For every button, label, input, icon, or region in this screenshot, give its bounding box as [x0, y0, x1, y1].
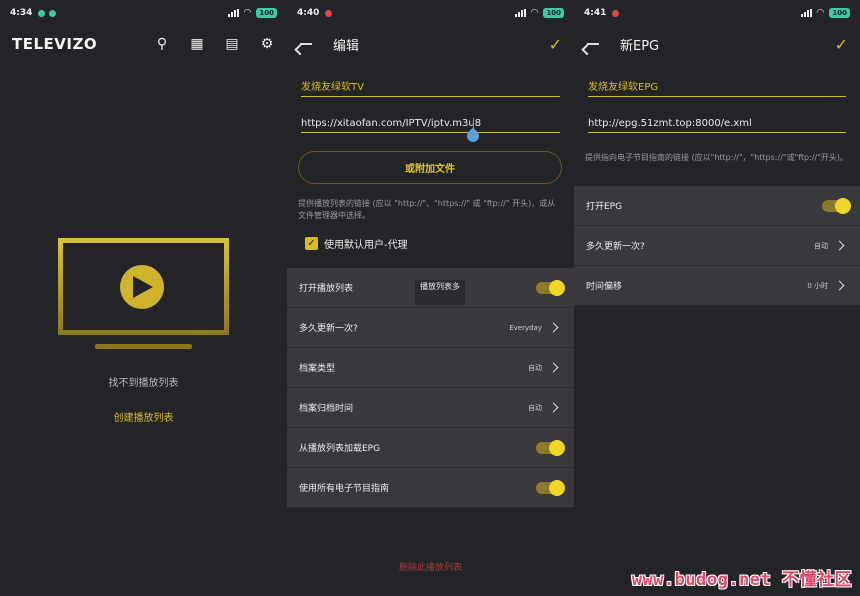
- epg-url-input[interactable]: http://epg.51zmt.top:8000/e.xml: [588, 118, 846, 133]
- wifi-icon: ◠: [530, 8, 539, 18]
- status-time: 4:41: [584, 8, 607, 18]
- edit-playlist-screen: 4:40 ◠ 100 编辑 ✓ 发烧友绿软TV https://xitaofan…: [287, 0, 574, 596]
- open-playlist-toggle[interactable]: [536, 279, 565, 296]
- settings-row-update-frequency[interactable]: 多久更新一次? 自动: [574, 226, 860, 266]
- settings-row-file-type[interactable]: 档案类型 自动: [287, 348, 574, 388]
- status-bar: 4:40 ◠ 100: [287, 0, 574, 26]
- new-epg-screen: 4:41 ◠ 100 新EPG ✓ 发烧友绿软EPG http://epg.51…: [574, 0, 860, 596]
- notification-icon: [38, 9, 46, 17]
- chevron-right-icon: [548, 321, 562, 335]
- row-label: 使用所有电子节目指南: [299, 484, 390, 494]
- use-all-epg-toggle[interactable]: [536, 479, 565, 496]
- row-label: 档案归档时间: [299, 404, 354, 414]
- page-title: 新EPG: [620, 38, 660, 54]
- open-epg-toggle[interactable]: [822, 197, 851, 214]
- attach-file-button[interactable]: 或附加文件: [298, 151, 562, 184]
- create-playlist-link[interactable]: 创建播放列表: [0, 409, 287, 424]
- edit-toolbar: 编辑 ✓: [287, 26, 574, 62]
- status-time: 4:34: [10, 8, 33, 18]
- empty-state-text: 找不到播放列表: [108, 378, 179, 389]
- page-title: 编辑: [333, 38, 360, 54]
- row-value: 自动: [528, 403, 542, 412]
- epg-toolbar: 新EPG ✓: [574, 26, 860, 62]
- row-label: 档案类型: [299, 364, 336, 374]
- row-value: Everyday: [509, 323, 542, 332]
- row-label: 多久更新一次?: [586, 242, 645, 252]
- status-bar: 4:41 ◠ 100: [574, 0, 860, 26]
- tooltip: 播放列表多: [415, 280, 465, 305]
- chevron-right-icon: [834, 279, 848, 293]
- gear-icon[interactable]: ⚙: [259, 36, 275, 52]
- confirm-check-icon[interactable]: ✓: [835, 35, 848, 54]
- play-logo-icon: [120, 265, 164, 309]
- battery-icon: 100: [829, 8, 850, 18]
- delete-playlist-link[interactable]: 删除此播放列表: [287, 560, 574, 573]
- playlist-home-screen: 4:34 ◠ 100 TELEVIZO ⚲ ▦ ▤ ⚙ 找不到播放列表 创建播放…: [0, 0, 287, 596]
- chevron-right-icon: [834, 239, 848, 253]
- signal-icon: [800, 9, 812, 17]
- signal-icon: [227, 9, 239, 17]
- wifi-icon: ◠: [243, 8, 252, 18]
- notification-icon: [325, 9, 333, 17]
- settings-row-open-epg[interactable]: 打开EPG: [574, 186, 860, 226]
- search-icon[interactable]: ⚲: [154, 36, 170, 52]
- settings-row-open-playlist[interactable]: 打开播放列表 播放列表多: [287, 268, 574, 308]
- battery-icon: 100: [543, 8, 564, 18]
- playlist-name-input[interactable]: 发烧友绿软TV: [301, 78, 560, 97]
- shield-icon: [49, 9, 57, 17]
- settings-row-archive-time[interactable]: 档案归档时间 自动: [287, 388, 574, 428]
- site-watermark: www.budog.net 不懂社区: [631, 570, 852, 590]
- playlist-settings-list: 打开播放列表 播放列表多 多久更新一次? Everyday 档案类型 自动 档案…: [287, 268, 574, 508]
- load-epg-toggle[interactable]: [536, 439, 565, 456]
- app-toolbar: TELEVIZO ⚲ ▦ ▤ ⚙: [0, 26, 287, 62]
- default-user-agent-checkbox[interactable]: ✓ 使用默认用户-代理: [305, 236, 408, 251]
- row-value: 自动: [528, 363, 542, 372]
- settings-row-load-epg[interactable]: 从播放列表加载EPG: [287, 428, 574, 468]
- row-value: 自动: [814, 241, 828, 250]
- settings-row-use-all-epg[interactable]: 使用所有电子节目指南: [287, 468, 574, 508]
- settings-row-update-frequency[interactable]: 多久更新一次? Everyday: [287, 308, 574, 348]
- epg-settings-list: 打开EPG 多久更新一次? 自动 时间偏移 0 小时: [574, 186, 860, 306]
- row-label: 打开播放列表: [299, 284, 354, 294]
- row-value: 0 小时: [807, 281, 828, 290]
- televizo-logo: TELEVIZO: [12, 35, 98, 53]
- signal-icon: [514, 9, 526, 17]
- checkbox-label: 使用默认用户-代理: [324, 240, 408, 251]
- checkbox-checked-icon[interactable]: ✓: [305, 237, 318, 250]
- epg-name-input[interactable]: 发烧友绿软EPG: [588, 78, 846, 97]
- settings-row-time-offset[interactable]: 时间偏移 0 小时: [574, 266, 860, 306]
- battery-icon: 100: [256, 8, 277, 18]
- row-label: 多久更新一次?: [299, 324, 358, 334]
- confirm-check-icon[interactable]: ✓: [549, 35, 562, 54]
- chevron-right-icon: [548, 361, 562, 375]
- row-label: 从播放列表加载EPG: [299, 444, 381, 454]
- guide-icon[interactable]: ▤: [224, 36, 240, 52]
- back-arrow-icon[interactable]: [586, 37, 600, 51]
- playlist-url-input[interactable]: https://xitaofan.com/IPTV/iptv.m3u8: [301, 118, 560, 133]
- url-hint: 提供播放列表的链接 (应以 "http://"、"https://" 或 "ft…: [298, 199, 556, 220]
- row-label: 打开EPG: [586, 202, 623, 212]
- status-time: 4:40: [297, 8, 320, 18]
- notification-icon: [612, 9, 620, 17]
- back-arrow-icon[interactable]: [299, 37, 313, 51]
- wifi-icon: ◠: [816, 8, 825, 18]
- row-label: 时间偏移: [586, 282, 623, 292]
- status-bar: 4:34 ◠ 100: [0, 0, 287, 26]
- chevron-right-icon: [548, 401, 562, 415]
- grid-icon[interactable]: ▦: [189, 36, 205, 52]
- epg-url-hint: 提供指向电子节目指南的链接 (应以"http://"，"https://"或"f…: [585, 153, 849, 162]
- tv-stand: [95, 344, 192, 349]
